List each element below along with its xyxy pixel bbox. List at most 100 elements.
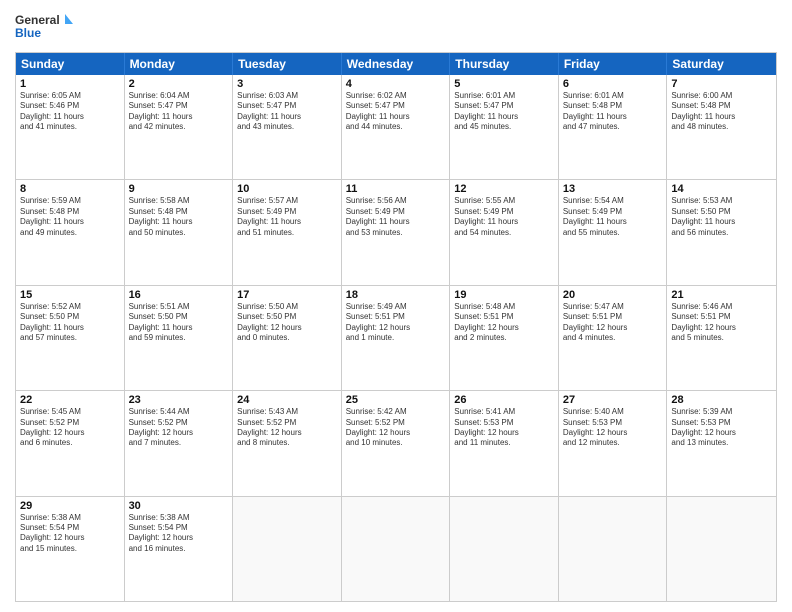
cell-daylight-info: Sunrise: 5:55 AMSunset: 5:49 PMDaylight:… <box>454 196 554 238</box>
cell-daylight-info: Sunrise: 5:46 AMSunset: 5:51 PMDaylight:… <box>671 302 772 344</box>
calendar-cell: 22Sunrise: 5:45 AMSunset: 5:52 PMDayligh… <box>16 391 125 495</box>
cell-daylight-info: Sunrise: 5:54 AMSunset: 5:49 PMDaylight:… <box>563 196 663 238</box>
calendar-header-cell: Friday <box>559 53 668 75</box>
calendar-cell: 1Sunrise: 6:05 AMSunset: 5:46 PMDaylight… <box>16 75 125 179</box>
cell-daylight-info: Sunrise: 5:53 AMSunset: 5:50 PMDaylight:… <box>671 196 772 238</box>
calendar-header-cell: Monday <box>125 53 234 75</box>
cell-daylight-info: Sunrise: 6:01 AMSunset: 5:48 PMDaylight:… <box>563 91 663 133</box>
day-number: 22 <box>20 394 120 406</box>
cell-daylight-info: Sunrise: 5:42 AMSunset: 5:52 PMDaylight:… <box>346 407 446 449</box>
cell-daylight-info: Sunrise: 6:01 AMSunset: 5:47 PMDaylight:… <box>454 91 554 133</box>
calendar-header-cell: Wednesday <box>342 53 451 75</box>
calendar-cell: 27Sunrise: 5:40 AMSunset: 5:53 PMDayligh… <box>559 391 668 495</box>
cell-daylight-info: Sunrise: 5:40 AMSunset: 5:53 PMDaylight:… <box>563 407 663 449</box>
day-number: 17 <box>237 289 337 301</box>
calendar-cell: 16Sunrise: 5:51 AMSunset: 5:50 PMDayligh… <box>125 286 234 390</box>
calendar-cell <box>667 497 776 601</box>
calendar-cell: 9Sunrise: 5:58 AMSunset: 5:48 PMDaylight… <box>125 180 234 284</box>
day-number: 14 <box>671 183 772 195</box>
cell-daylight-info: Sunrise: 5:49 AMSunset: 5:51 PMDaylight:… <box>346 302 446 344</box>
cell-daylight-info: Sunrise: 5:41 AMSunset: 5:53 PMDaylight:… <box>454 407 554 449</box>
cell-daylight-info: Sunrise: 5:43 AMSunset: 5:52 PMDaylight:… <box>237 407 337 449</box>
calendar-cell <box>450 497 559 601</box>
cell-daylight-info: Sunrise: 5:45 AMSunset: 5:52 PMDaylight:… <box>20 407 120 449</box>
calendar-cell: 2Sunrise: 6:04 AMSunset: 5:47 PMDaylight… <box>125 75 234 179</box>
calendar-week-row: 8Sunrise: 5:59 AMSunset: 5:48 PMDaylight… <box>16 179 776 284</box>
calendar-header-cell: Thursday <box>450 53 559 75</box>
cell-daylight-info: Sunrise: 5:57 AMSunset: 5:49 PMDaylight:… <box>237 196 337 238</box>
calendar-header-cell: Saturday <box>667 53 776 75</box>
cell-daylight-info: Sunrise: 6:03 AMSunset: 5:47 PMDaylight:… <box>237 91 337 133</box>
calendar-cell: 10Sunrise: 5:57 AMSunset: 5:49 PMDayligh… <box>233 180 342 284</box>
calendar-week-row: 15Sunrise: 5:52 AMSunset: 5:50 PMDayligh… <box>16 285 776 390</box>
day-number: 4 <box>346 78 446 90</box>
calendar-cell: 7Sunrise: 6:00 AMSunset: 5:48 PMDaylight… <box>667 75 776 179</box>
cell-daylight-info: Sunrise: 5:38 AMSunset: 5:54 PMDaylight:… <box>20 513 120 555</box>
calendar-cell: 28Sunrise: 5:39 AMSunset: 5:53 PMDayligh… <box>667 391 776 495</box>
cell-daylight-info: Sunrise: 5:56 AMSunset: 5:49 PMDaylight:… <box>346 196 446 238</box>
calendar-week-row: 1Sunrise: 6:05 AMSunset: 5:46 PMDaylight… <box>16 75 776 179</box>
day-number: 19 <box>454 289 554 301</box>
calendar-cell: 14Sunrise: 5:53 AMSunset: 5:50 PMDayligh… <box>667 180 776 284</box>
svg-text:Blue: Blue <box>15 26 41 40</box>
calendar-cell: 20Sunrise: 5:47 AMSunset: 5:51 PMDayligh… <box>559 286 668 390</box>
svg-text:General: General <box>15 13 60 27</box>
cell-daylight-info: Sunrise: 5:38 AMSunset: 5:54 PMDaylight:… <box>129 513 229 555</box>
cell-daylight-info: Sunrise: 5:59 AMSunset: 5:48 PMDaylight:… <box>20 196 120 238</box>
calendar-header-row: SundayMondayTuesdayWednesdayThursdayFrid… <box>16 53 776 75</box>
day-number: 15 <box>20 289 120 301</box>
calendar-header-cell: Tuesday <box>233 53 342 75</box>
day-number: 12 <box>454 183 554 195</box>
logo-svg: General Blue <box>15 10 75 46</box>
cell-daylight-info: Sunrise: 5:58 AMSunset: 5:48 PMDaylight:… <box>129 196 229 238</box>
cell-daylight-info: Sunrise: 6:05 AMSunset: 5:46 PMDaylight:… <box>20 91 120 133</box>
calendar-cell: 26Sunrise: 5:41 AMSunset: 5:53 PMDayligh… <box>450 391 559 495</box>
header: General Blue <box>15 10 777 46</box>
day-number: 18 <box>346 289 446 301</box>
cell-daylight-info: Sunrise: 5:47 AMSunset: 5:51 PMDaylight:… <box>563 302 663 344</box>
cell-daylight-info: Sunrise: 5:39 AMSunset: 5:53 PMDaylight:… <box>671 407 772 449</box>
calendar-cell <box>559 497 668 601</box>
day-number: 24 <box>237 394 337 406</box>
day-number: 30 <box>129 500 229 512</box>
cell-daylight-info: Sunrise: 5:51 AMSunset: 5:50 PMDaylight:… <box>129 302 229 344</box>
page: General Blue SundayMondayTuesdayWednesda… <box>0 0 792 612</box>
day-number: 11 <box>346 183 446 195</box>
cell-daylight-info: Sunrise: 5:50 AMSunset: 5:50 PMDaylight:… <box>237 302 337 344</box>
day-number: 13 <box>563 183 663 195</box>
calendar-cell <box>233 497 342 601</box>
cell-daylight-info: Sunrise: 5:44 AMSunset: 5:52 PMDaylight:… <box>129 407 229 449</box>
calendar-cell: 13Sunrise: 5:54 AMSunset: 5:49 PMDayligh… <box>559 180 668 284</box>
day-number: 1 <box>20 78 120 90</box>
cell-daylight-info: Sunrise: 5:48 AMSunset: 5:51 PMDaylight:… <box>454 302 554 344</box>
calendar-cell: 3Sunrise: 6:03 AMSunset: 5:47 PMDaylight… <box>233 75 342 179</box>
calendar-cell: 18Sunrise: 5:49 AMSunset: 5:51 PMDayligh… <box>342 286 451 390</box>
day-number: 20 <box>563 289 663 301</box>
calendar-cell: 6Sunrise: 6:01 AMSunset: 5:48 PMDaylight… <box>559 75 668 179</box>
day-number: 29 <box>20 500 120 512</box>
day-number: 23 <box>129 394 229 406</box>
day-number: 10 <box>237 183 337 195</box>
calendar-cell: 5Sunrise: 6:01 AMSunset: 5:47 PMDaylight… <box>450 75 559 179</box>
day-number: 28 <box>671 394 772 406</box>
calendar-week-row: 29Sunrise: 5:38 AMSunset: 5:54 PMDayligh… <box>16 496 776 601</box>
calendar-cell: 25Sunrise: 5:42 AMSunset: 5:52 PMDayligh… <box>342 391 451 495</box>
day-number: 16 <box>129 289 229 301</box>
calendar-cell <box>342 497 451 601</box>
calendar-cell: 12Sunrise: 5:55 AMSunset: 5:49 PMDayligh… <box>450 180 559 284</box>
day-number: 25 <box>346 394 446 406</box>
calendar-cell: 21Sunrise: 5:46 AMSunset: 5:51 PMDayligh… <box>667 286 776 390</box>
day-number: 21 <box>671 289 772 301</box>
day-number: 3 <box>237 78 337 90</box>
calendar-cell: 19Sunrise: 5:48 AMSunset: 5:51 PMDayligh… <box>450 286 559 390</box>
day-number: 9 <box>129 183 229 195</box>
day-number: 2 <box>129 78 229 90</box>
calendar-cell: 29Sunrise: 5:38 AMSunset: 5:54 PMDayligh… <box>16 497 125 601</box>
calendar-cell: 15Sunrise: 5:52 AMSunset: 5:50 PMDayligh… <box>16 286 125 390</box>
logo: General Blue <box>15 10 75 46</box>
cell-daylight-info: Sunrise: 6:02 AMSunset: 5:47 PMDaylight:… <box>346 91 446 133</box>
calendar-cell: 8Sunrise: 5:59 AMSunset: 5:48 PMDaylight… <box>16 180 125 284</box>
calendar-week-row: 22Sunrise: 5:45 AMSunset: 5:52 PMDayligh… <box>16 390 776 495</box>
calendar-cell: 23Sunrise: 5:44 AMSunset: 5:52 PMDayligh… <box>125 391 234 495</box>
day-number: 8 <box>20 183 120 195</box>
